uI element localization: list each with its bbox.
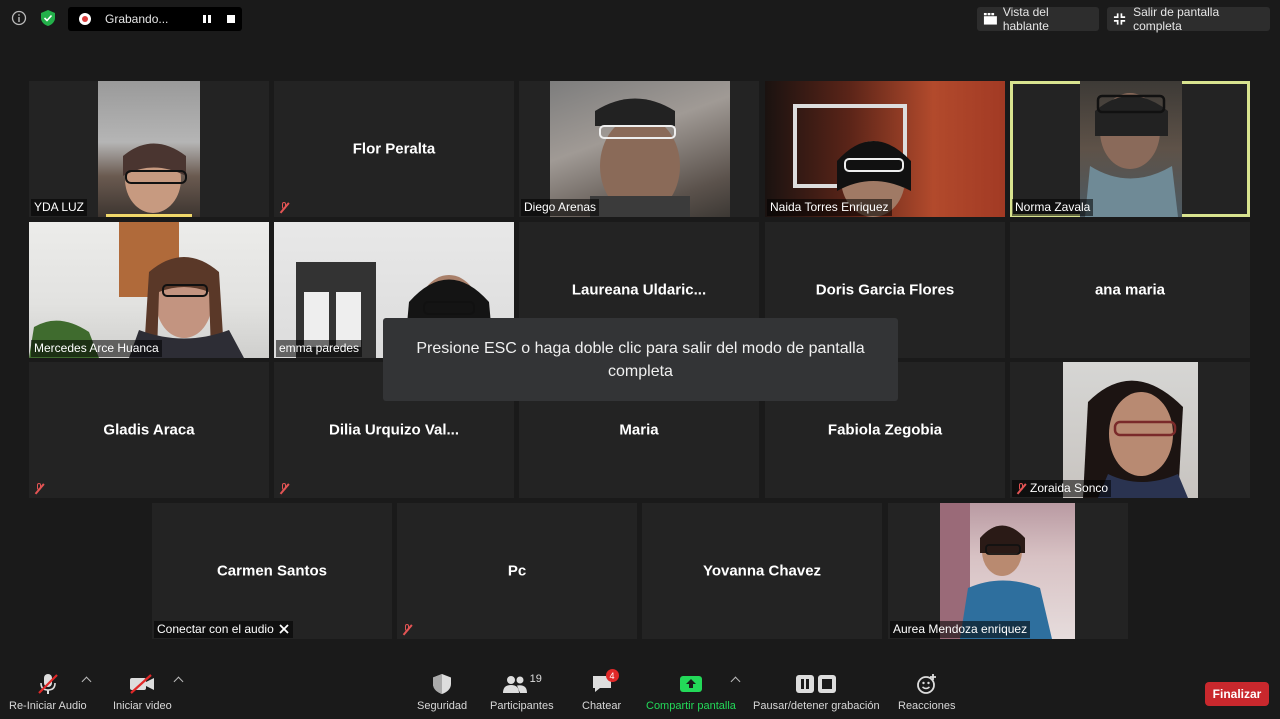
participant-video xyxy=(940,503,1075,639)
participant-tile[interactable]: Naida Torres Enriquez xyxy=(765,81,1005,217)
participant-name: Yovanna Chavez xyxy=(702,562,822,580)
participant-tile[interactable]: ana maria xyxy=(1010,222,1250,358)
security-label: Seguridad xyxy=(417,700,468,712)
participant-tile-active-speaker[interactable]: Norma Zavala xyxy=(1010,81,1250,217)
share-screen-icon xyxy=(679,676,702,692)
record-label: Pausar/detener grabación xyxy=(753,700,880,712)
participant-tile[interactable]: Diego Arenas xyxy=(519,81,759,217)
participant-video xyxy=(550,81,730,217)
participant-name: Naida Torres Enriquez xyxy=(770,200,889,214)
participant-video xyxy=(765,81,1005,217)
participant-name: emma paredes xyxy=(279,341,360,355)
participant-tile[interactable]: Mercedes Arce Huanca xyxy=(29,222,269,358)
participant-name-label: Diego Arenas xyxy=(521,199,600,216)
muted-mic-icon xyxy=(401,623,413,635)
participants-count: 19 xyxy=(529,673,542,685)
recording-indicator: Grabando... xyxy=(68,7,242,31)
participant-name: Doris Garcia Flores xyxy=(815,281,955,299)
share-screen-label: Compartir pantalla xyxy=(646,700,736,712)
shield-icon[interactable] xyxy=(38,8,58,28)
shield-icon xyxy=(433,674,452,694)
chat-label: Chatear xyxy=(582,700,622,712)
exit-fullscreen-label: Salir de pantalla completa xyxy=(1133,5,1220,33)
close-icon[interactable] xyxy=(278,623,290,635)
muted-mic-icon xyxy=(33,482,45,494)
participant-name: ana maria xyxy=(1094,281,1166,299)
participant-name: YDA LUZ xyxy=(34,200,85,214)
participant-name: Mercedes Arce Huanca xyxy=(34,341,159,355)
meeting-toolbar: Re-Iniciar Audio Iniciar video Seguridad… xyxy=(0,660,1280,719)
participant-name-label: Aurea Mendoza enriquez xyxy=(890,621,1031,638)
participant-name-label: emma paredes xyxy=(276,340,363,357)
chat-unread-badge: 4 xyxy=(605,669,619,682)
participant-tile[interactable]: Pc xyxy=(397,503,637,639)
participants-label: Participantes xyxy=(490,700,554,712)
participant-name: Gladis Araca xyxy=(103,421,195,439)
share-screen-button[interactable]: Compartir pantalla xyxy=(646,672,736,712)
pause-recording-icon[interactable] xyxy=(203,15,211,23)
participant-name: Flor Peralta xyxy=(352,140,436,158)
participant-tile[interactable]: Gladis Araca xyxy=(29,362,269,498)
participants-button[interactable]: 19 Participantes xyxy=(490,672,554,712)
participant-name-label: Mercedes Arce Huanca xyxy=(31,340,162,357)
connect-audio-label[interactable]: Conectar con el audio xyxy=(154,621,293,638)
participant-name-label: YDA LUZ xyxy=(31,199,88,216)
participant-video xyxy=(1080,81,1182,217)
stop-recording-icon[interactable] xyxy=(227,15,235,23)
fullscreen-exit-toast: Presione ESC o haga doble clic para sali… xyxy=(383,318,898,401)
chat-button[interactable]: 4 Chatear xyxy=(582,669,622,712)
participants-icon xyxy=(502,676,527,693)
participant-tile[interactable]: Yovanna Chavez xyxy=(642,503,882,639)
muted-mic-icon xyxy=(1015,482,1027,494)
reactions-button[interactable]: Reacciones xyxy=(898,672,955,712)
participant-name: Pc xyxy=(507,562,527,580)
participant-tile[interactable]: Carmen Santos Conectar con el audio xyxy=(152,503,392,639)
info-icon[interactable] xyxy=(9,8,29,28)
video-button[interactable]: Iniciar video xyxy=(113,672,172,712)
exit-fullscreen-button[interactable]: Salir de pantalla completa xyxy=(1107,5,1270,33)
participant-name-label: Norma Zavala xyxy=(1012,199,1094,216)
pause-stop-recording-button[interactable]: Pausar/detener grabación xyxy=(753,672,880,712)
audio-button[interactable]: Re-Iniciar Audio xyxy=(9,672,87,712)
participant-video xyxy=(98,81,200,217)
participant-tile[interactable]: Flor Peralta xyxy=(274,81,514,217)
pause-stop-icon xyxy=(796,675,837,693)
video-options-caret-icon[interactable] xyxy=(173,676,184,687)
participant-name: Laureana Uldaric... xyxy=(571,281,707,299)
smiley-add-icon xyxy=(916,674,936,694)
participant-name: Norma Zavala xyxy=(1015,200,1091,214)
recording-dot-icon xyxy=(79,13,91,25)
security-button[interactable]: Seguridad xyxy=(417,672,467,712)
participant-name-label: Naida Torres Enriquez xyxy=(767,199,892,216)
participant-name: Zoraida Sonco xyxy=(1030,481,1109,495)
speaker-view-icon xyxy=(983,12,997,25)
audio-label: Re-Iniciar Audio xyxy=(9,700,87,712)
muted-mic-icon xyxy=(278,201,290,213)
participant-name: Dilia Urquizo Val... xyxy=(328,421,460,439)
speaker-view-button[interactable]: Vista del hablante xyxy=(977,5,1099,33)
reactions-label: Reacciones xyxy=(898,700,956,712)
top-bar: Grabando... Vista del hablante Salir de … xyxy=(0,0,1280,40)
muted-mic-icon xyxy=(278,482,290,494)
participant-tile[interactable]: Zoraida Sonco xyxy=(1010,362,1250,498)
end-meeting-button[interactable]: Finalizar xyxy=(1205,682,1269,706)
participant-tile[interactable]: YDA LUZ xyxy=(29,81,269,217)
participant-name-label: Zoraida Sonco xyxy=(1012,480,1112,497)
participant-name: Aurea Mendoza enriquez xyxy=(893,622,1028,636)
participant-name: Fabiola Zegobia xyxy=(827,421,943,439)
video-label: Iniciar video xyxy=(113,700,172,712)
participant-name: Maria xyxy=(619,421,659,439)
recording-label: Grabando... xyxy=(105,12,169,26)
participant-video xyxy=(29,222,269,358)
video-off-icon xyxy=(130,674,155,694)
connect-audio-text: Conectar con el audio xyxy=(157,622,274,636)
muted-mic-icon xyxy=(38,674,58,694)
participant-tile[interactable]: Aurea Mendoza enriquez xyxy=(888,503,1128,639)
participant-video xyxy=(1063,362,1198,498)
speaker-view-label: Vista del hablante xyxy=(1002,5,1049,33)
participant-name: Carmen Santos xyxy=(216,562,328,580)
exit-fullscreen-icon xyxy=(1113,13,1126,25)
participant-name: Diego Arenas xyxy=(524,200,597,214)
